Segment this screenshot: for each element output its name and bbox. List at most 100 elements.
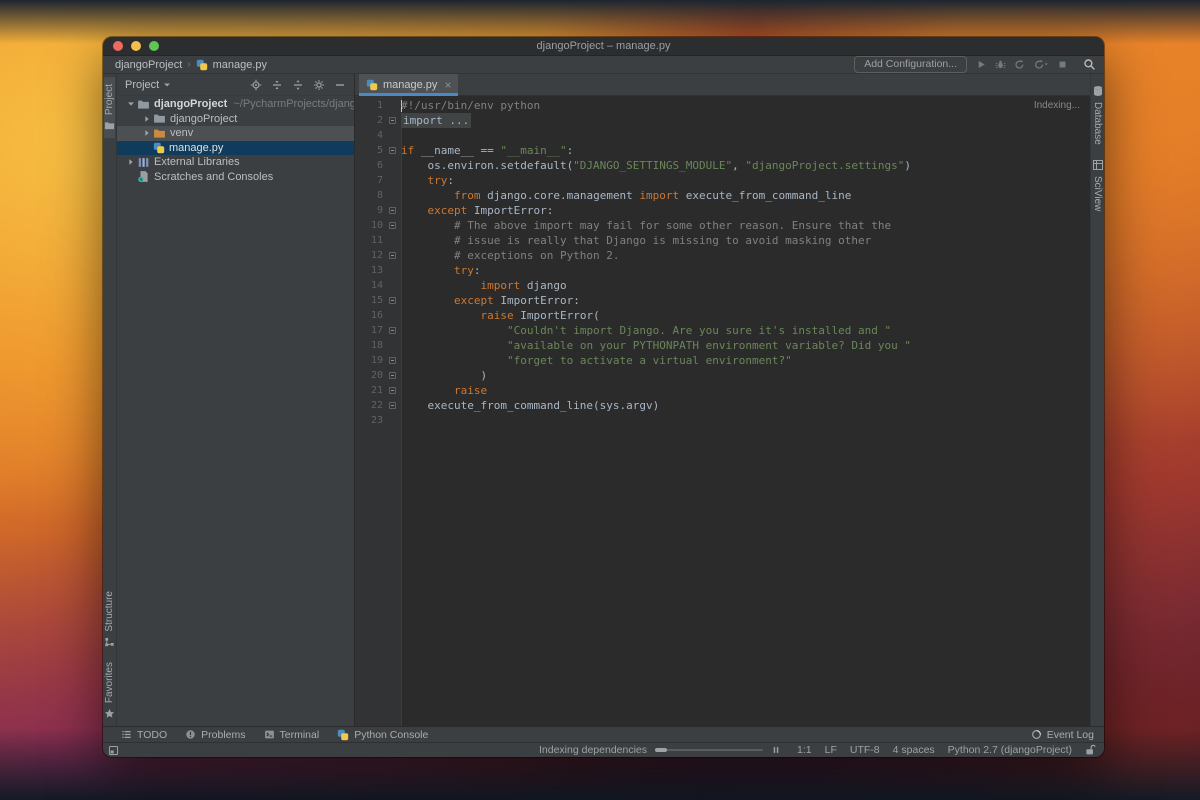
code-line-23[interactable]: 23: [355, 413, 1090, 428]
chevron-right-icon[interactable]: [141, 114, 153, 124]
code-line-6[interactable]: 6 os.environ.setdefault("DJANGO_SETTINGS…: [355, 158, 1090, 173]
tool-stripe-structure[interactable]: Structure: [104, 584, 115, 655]
code-line-7[interactable]: 7 try:: [355, 173, 1090, 188]
tool-window-switcher-icon[interactable]: [108, 745, 119, 756]
fold-marker-icon[interactable]: [383, 147, 401, 154]
settings-icon[interactable]: [313, 79, 325, 91]
code-line-4[interactable]: 4: [355, 128, 1090, 143]
line-number[interactable]: 14: [355, 280, 383, 291]
code-line-22[interactable]: 22 execute_from_command_line(sys.argv): [355, 398, 1090, 413]
code-editor[interactable]: Indexing... 1#!/usr/bin/env python2impor…: [355, 96, 1090, 726]
tree-item-djangoproject[interactable]: djangoProject~/PycharmProjects/djangoPro…: [117, 97, 354, 112]
status-item-python-2-7-djangoproject[interactable]: Python 2.7 (djangoProject): [948, 744, 1072, 756]
tool-stripe-project[interactable]: Project: [104, 77, 115, 138]
line-number[interactable]: 22: [355, 400, 383, 411]
toolwindow-button-python-console[interactable]: Python Console: [337, 729, 428, 741]
code-line-16[interactable]: 16 raise ImportError(: [355, 308, 1090, 323]
code-line-17[interactable]: 17 "Couldn't import Django. Are you sure…: [355, 323, 1090, 338]
fold-marker-icon[interactable]: [383, 402, 401, 409]
line-number[interactable]: 4: [355, 130, 383, 141]
line-number[interactable]: 5: [355, 145, 383, 156]
status-item-1-1[interactable]: 1:1: [797, 744, 812, 756]
expand-settings-icon[interactable]: [292, 79, 304, 91]
minimize-window-button[interactable]: [131, 41, 141, 51]
line-number[interactable]: 2: [355, 115, 383, 126]
line-number[interactable]: 13: [355, 265, 383, 276]
code-line-8[interactable]: 8 from django.core.management import exe…: [355, 188, 1090, 203]
code-line-2[interactable]: 2import ...: [355, 113, 1090, 128]
debug-icon[interactable]: [995, 59, 1006, 70]
code-line-15[interactable]: 15 except ImportError:: [355, 293, 1090, 308]
chevron-right-icon[interactable]: [125, 157, 137, 167]
code-line-11[interactable]: 11 # issue is really that Django is miss…: [355, 233, 1090, 248]
code-line-1[interactable]: 1#!/usr/bin/env python: [355, 98, 1090, 113]
code-line-20[interactable]: 20 ): [355, 368, 1090, 383]
line-number[interactable]: 21: [355, 385, 383, 396]
code-line-5[interactable]: 5if __name__ == "__main__":: [355, 143, 1090, 158]
fold-marker-icon[interactable]: [383, 252, 401, 259]
code-line-21[interactable]: 21 raise: [355, 383, 1090, 398]
code-line-9[interactable]: 9 except ImportError:: [355, 203, 1090, 218]
line-number[interactable]: 8: [355, 190, 383, 201]
code-line-19[interactable]: 19 "forget to activate a virtual environ…: [355, 353, 1090, 368]
rerun-dropdown-icon[interactable]: [1033, 59, 1049, 70]
breadcrumb-file[interactable]: manage.py: [213, 59, 267, 71]
add-configuration-button[interactable]: Add Configuration...: [854, 56, 967, 73]
fold-marker-icon[interactable]: [383, 117, 401, 124]
pause-indexing-icon[interactable]: [771, 745, 781, 755]
line-number[interactable]: 16: [355, 310, 383, 321]
fold-marker-icon[interactable]: [383, 357, 401, 364]
tree-item-manage-py[interactable]: manage.py: [117, 141, 354, 156]
tree-item-venv[interactable]: venv: [117, 126, 354, 141]
stop-icon[interactable]: [1057, 59, 1068, 70]
event-log-button[interactable]: Event Log: [1031, 729, 1094, 741]
line-number[interactable]: 6: [355, 160, 383, 171]
close-tab-icon[interactable]: ×: [444, 78, 451, 92]
line-number[interactable]: 17: [355, 325, 383, 336]
line-number[interactable]: 12: [355, 250, 383, 261]
code-line-12[interactable]: 12 # exceptions on Python 2.: [355, 248, 1090, 263]
tree-item-scratches-and-consoles[interactable]: Scratches and Consoles: [117, 170, 354, 185]
fold-marker-icon[interactable]: [383, 372, 401, 379]
toolwindow-button-terminal[interactable]: Terminal: [264, 729, 320, 741]
line-number[interactable]: 20: [355, 370, 383, 381]
fold-marker-icon[interactable]: [383, 207, 401, 214]
project-panel-title[interactable]: Project: [125, 79, 171, 91]
line-number[interactable]: 23: [355, 415, 383, 426]
code-line-10[interactable]: 10 # The above import may fail for some …: [355, 218, 1090, 233]
chevron-down-icon[interactable]: [125, 99, 137, 109]
line-number[interactable]: 19: [355, 355, 383, 366]
chevron-right-icon[interactable]: [141, 128, 153, 138]
tool-stripe-sciview[interactable]: SciView: [1092, 152, 1104, 218]
fold-marker-icon[interactable]: [383, 297, 401, 304]
window-titlebar[interactable]: djangoProject – manage.py: [103, 37, 1104, 56]
line-number[interactable]: 11: [355, 235, 383, 246]
run-icon[interactable]: [976, 59, 987, 70]
zoom-window-button[interactable]: [149, 41, 159, 51]
status-item-utf-8[interactable]: UTF-8: [850, 744, 880, 756]
tool-stripe-database[interactable]: Database: [1092, 78, 1104, 152]
collapse-all-icon[interactable]: [271, 79, 283, 91]
breadcrumb-project[interactable]: djangoProject: [115, 59, 182, 71]
line-number[interactable]: 7: [355, 175, 383, 186]
code-line-18[interactable]: 18 "available on your PYTHONPATH environ…: [355, 338, 1090, 353]
tree-item-djangoproject[interactable]: djangoProject: [117, 112, 354, 127]
coverage-icon[interactable]: [1014, 59, 1025, 70]
fold-marker-icon[interactable]: [383, 222, 401, 229]
close-window-button[interactable]: [113, 41, 123, 51]
status-item-lf[interactable]: LF: [825, 744, 837, 756]
line-number[interactable]: 1: [355, 100, 383, 111]
search-everywhere-icon[interactable]: [1083, 58, 1096, 71]
status-item-4-spaces[interactable]: 4 spaces: [893, 744, 935, 756]
line-number[interactable]: 18: [355, 340, 383, 351]
unlocked-icon[interactable]: [1084, 744, 1096, 756]
line-number[interactable]: 15: [355, 295, 383, 306]
toolwindow-button-problems[interactable]: Problems: [185, 729, 245, 741]
line-number[interactable]: 9: [355, 205, 383, 216]
locate-file-icon[interactable]: [250, 79, 262, 91]
fold-marker-icon[interactable]: [383, 387, 401, 394]
line-number[interactable]: 10: [355, 220, 383, 231]
toolwindow-button-todo[interactable]: TODO: [121, 729, 167, 741]
code-line-14[interactable]: 14 import django: [355, 278, 1090, 293]
tab-manage-py[interactable]: manage.py ×: [359, 74, 458, 95]
